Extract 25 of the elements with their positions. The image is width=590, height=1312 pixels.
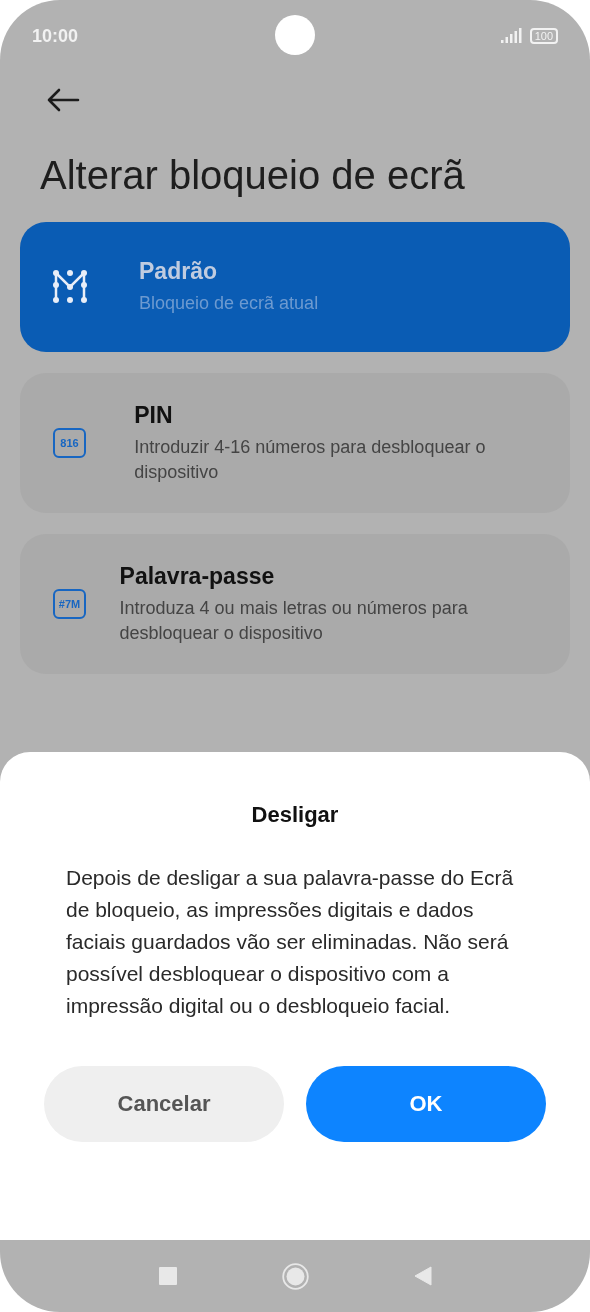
signal-icon	[499, 28, 522, 44]
page-title: Alterar bloqueio de ecrã	[40, 152, 466, 199]
option-description: Introduzir 4-16 números para desbloquear o dispositivo	[134, 435, 487, 484]
camera-cutout	[275, 15, 315, 55]
home-icon[interactable]	[281, 1262, 309, 1290]
dialog-title: Desligar	[251, 802, 339, 828]
pin-icon: 816	[53, 428, 86, 458]
password-icon: #7M	[53, 589, 86, 619]
lock-option-card[interactable]: #7M Palavra-passe Introduza 4 ou mais letras ou números para desbloquear o dispositivo	[20, 534, 570, 674]
ok-button[interactable]: OK	[306, 1066, 546, 1142]
dialog-message: Depois de desligar a sua palavra-passe do Ecrã de bloqueio, as impressões digitais e dados faciais guardados vão ser eliminadas. Não será possível desbloquear o dispositivo com a impressão digital ou o desbloqueio facial.	[65, 865, 515, 1019]
option-description: Bloqueio de ecrã atual	[139, 292, 319, 315]
back-triangle-icon[interactable]	[413, 1266, 432, 1286]
option-title: Padrão	[139, 258, 218, 285]
option-title: Palavra-passe	[119, 562, 276, 590]
cancel-button[interactable]: Cancelar	[44, 1066, 284, 1142]
back-arrow-icon[interactable]	[46, 88, 80, 112]
option-title: PIN	[134, 401, 174, 429]
battery-level: 100	[529, 28, 558, 44]
option-description: Introduza 4 ou mais letras ou números para desbloquear o dispositivo	[119, 596, 469, 645]
status-time: 10:00	[32, 25, 79, 47]
lock-option-card[interactable]: 816 PIN Introduzir 4-16 números para desbloquear o dispositivo	[20, 373, 570, 513]
lock-option-card[interactable]: Padrão Bloqueio de ecrã atual	[20, 222, 570, 352]
pattern-icon	[53, 270, 87, 304]
recents-icon[interactable]	[158, 1267, 177, 1285]
